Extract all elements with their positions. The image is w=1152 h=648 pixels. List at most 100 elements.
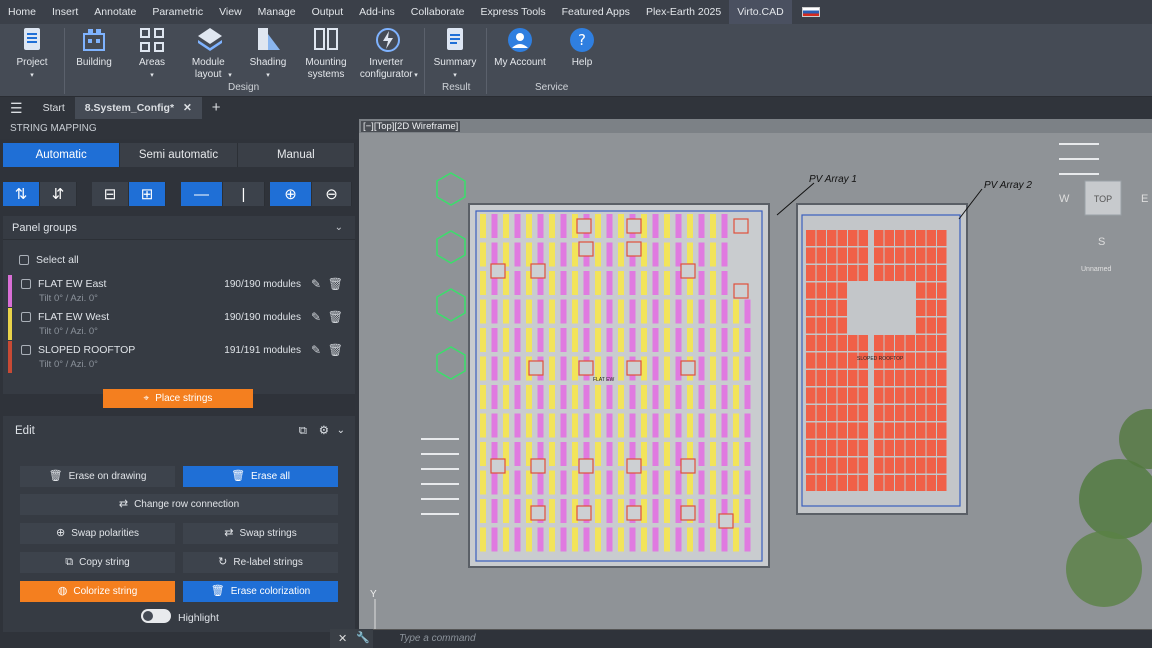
pv-module[interactable]	[905, 265, 916, 281]
pv-module[interactable]	[937, 440, 947, 456]
pv-module[interactable]	[641, 527, 647, 552]
pv-module[interactable]	[514, 499, 521, 523]
pv-module[interactable]	[687, 299, 693, 324]
pv-module[interactable]	[583, 385, 590, 409]
pv-module[interactable]	[572, 470, 578, 495]
pv-module[interactable]	[480, 442, 486, 466]
tab-automatic[interactable]: Automatic	[3, 143, 121, 167]
pv-module[interactable]	[618, 214, 624, 238]
pv-module[interactable]	[664, 413, 670, 438]
pv-module[interactable]	[895, 247, 905, 264]
pv-module[interactable]	[675, 299, 682, 324]
pv-module[interactable]	[937, 352, 947, 369]
pv-module[interactable]	[816, 422, 827, 439]
pv-module[interactable]	[816, 265, 827, 281]
pv-module[interactable]	[560, 385, 567, 409]
camera-icon[interactable]: ⧉	[299, 416, 307, 446]
pv-module[interactable]	[926, 405, 937, 421]
pv-module[interactable]	[560, 470, 567, 495]
pv-module[interactable]	[698, 328, 705, 352]
inverter-configurator-button[interactable]: Inverter configurator ▾	[358, 26, 418, 82]
pv-module[interactable]	[721, 356, 728, 381]
pv-module[interactable]	[848, 230, 858, 246]
rooftop-obstacle[interactable]	[626, 218, 642, 234]
change-row-connection-button[interactable]: ⇄ Change row connection	[20, 494, 338, 515]
pv-module[interactable]	[560, 413, 567, 438]
pv-module[interactable]	[710, 413, 716, 438]
pv-module[interactable]	[526, 328, 532, 352]
erase-colorization-button[interactable]: 🗑 Erase colorization	[183, 581, 338, 602]
pv-module[interactable]	[926, 282, 937, 299]
panel-groups-header[interactable]: Panel groups ⌄	[3, 216, 355, 240]
pv-module[interactable]	[491, 413, 498, 438]
pv-module[interactable]	[583, 413, 590, 438]
pv-module[interactable]	[537, 299, 544, 324]
pv-module[interactable]	[937, 457, 947, 474]
pv-module[interactable]	[895, 335, 905, 351]
pv-module[interactable]	[806, 387, 816, 404]
shading-button[interactable]: Shading ▾	[238, 26, 298, 82]
pv-module[interactable]	[806, 247, 816, 264]
pv-module[interactable]	[687, 328, 693, 352]
pv-module[interactable]	[905, 405, 916, 421]
pv-module[interactable]	[744, 527, 751, 552]
rooftop-obstacle[interactable]	[490, 458, 506, 474]
pv-module[interactable]	[664, 385, 670, 409]
pv-module[interactable]	[698, 442, 705, 466]
pv-module[interactable]	[816, 405, 827, 421]
pv-module[interactable]	[837, 457, 848, 474]
pv-module[interactable]	[744, 299, 751, 324]
pv-module[interactable]	[874, 230, 884, 246]
pv-module[interactable]	[514, 328, 521, 352]
pv-module[interactable]	[618, 385, 624, 409]
pv-module[interactable]	[721, 299, 728, 324]
pv-module[interactable]	[744, 442, 751, 466]
pv-module[interactable]	[687, 385, 693, 409]
pv-module[interactable]	[816, 247, 827, 264]
ribbon-tab-add-ins[interactable]: Add-ins	[351, 0, 403, 24]
erase-all-button[interactable]: 🗑 Erase all	[183, 466, 338, 487]
pv-module[interactable]	[595, 242, 601, 267]
command-line[interactable]: Type a command	[373, 629, 1152, 648]
pv-module[interactable]	[526, 413, 532, 438]
pv-module[interactable]	[937, 265, 947, 281]
pv-module[interactable]	[806, 352, 816, 369]
pv-module[interactable]	[549, 499, 555, 523]
rooftop-obstacle[interactable]	[578, 458, 594, 474]
pv-module[interactable]	[629, 527, 636, 552]
pv-module[interactable]	[926, 352, 937, 369]
pv-module[interactable]	[618, 442, 624, 466]
pv-module[interactable]	[744, 470, 751, 495]
pv-module[interactable]	[491, 242, 498, 267]
pv-module[interactable]	[503, 413, 509, 438]
pv-module[interactable]	[710, 214, 716, 238]
pv-module[interactable]	[652, 356, 659, 381]
pv-module[interactable]	[629, 328, 636, 352]
pv-module[interactable]	[572, 271, 578, 295]
pv-module[interactable]	[858, 265, 869, 281]
pv-module[interactable]	[710, 242, 716, 267]
pv-module[interactable]	[837, 440, 848, 456]
swap-strings-button[interactable]: ⇄ Swap strings	[183, 523, 338, 544]
ribbon-tab-plex-earth-2025[interactable]: Plex-Earth 2025	[638, 0, 729, 24]
pv-module[interactable]	[937, 300, 947, 316]
pv-module[interactable]	[595, 470, 601, 495]
pv-module[interactable]	[905, 387, 916, 404]
pv-module[interactable]	[806, 300, 816, 316]
pv-module[interactable]	[733, 385, 739, 409]
pv-module[interactable]	[905, 335, 916, 351]
viewport-controls-label[interactable]: [−][Top][2D Wireframe]	[361, 121, 461, 132]
pv-module[interactable]	[905, 475, 916, 491]
pv-module[interactable]	[687, 242, 693, 267]
pv-module[interactable]	[874, 335, 884, 351]
rooftop-obstacle[interactable]	[626, 505, 642, 521]
pv-module[interactable]	[629, 385, 636, 409]
pv-module[interactable]	[618, 470, 624, 495]
pv-module[interactable]	[806, 370, 816, 386]
pv-module[interactable]	[503, 385, 509, 409]
pv-module[interactable]	[664, 356, 670, 381]
ribbon-tab-manage[interactable]: Manage	[250, 0, 304, 24]
pv-module[interactable]	[858, 335, 869, 351]
pv-module[interactable]	[549, 413, 555, 438]
pv-module[interactable]	[806, 230, 816, 246]
